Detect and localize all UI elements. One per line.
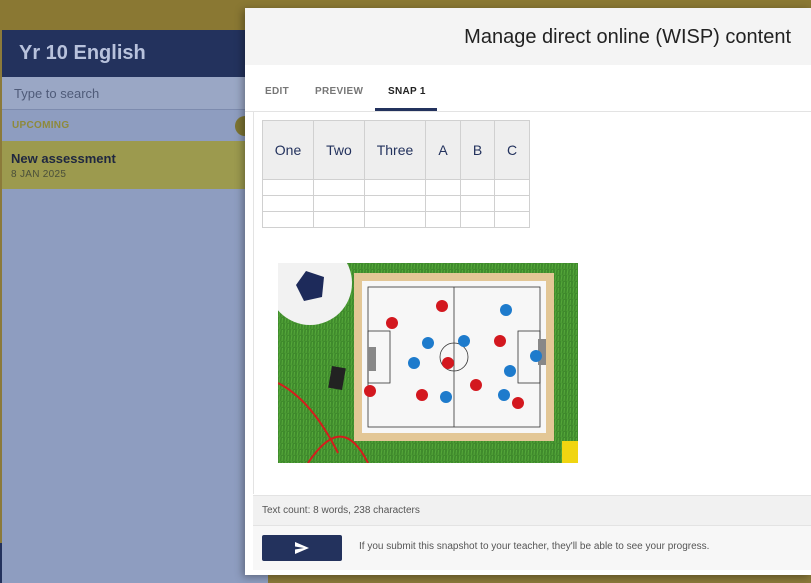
- table-cell: [364, 179, 426, 196]
- table-header-cell: B: [460, 120, 495, 180]
- active-tab-indicator: [375, 108, 437, 111]
- table-header-cell: C: [494, 120, 530, 180]
- table-cell: [494, 179, 530, 196]
- table-cell: [494, 211, 530, 228]
- sidebar: Yr 10 English UPCOMING New assessment 8 …: [2, 30, 268, 583]
- table-cell: [425, 195, 461, 212]
- table-cell: [313, 211, 365, 228]
- table-row: [262, 195, 530, 212]
- football-tactics-image: [278, 263, 578, 463]
- class-title: Yr 10 English: [2, 30, 268, 77]
- tab-edit[interactable]: EDIT: [265, 86, 289, 97]
- search-input[interactable]: [12, 84, 236, 102]
- table-cell: [313, 179, 365, 196]
- table-row: [262, 179, 530, 196]
- table-cell: [364, 211, 426, 228]
- table-cell: [425, 211, 461, 228]
- submit-hint: If you submit this snapshot to your teac…: [359, 541, 710, 552]
- table-cell: [460, 179, 495, 196]
- table-header-row: One Two Three A B C: [262, 120, 530, 180]
- tab-snap-1[interactable]: SNAP 1: [388, 86, 426, 97]
- send-icon: [295, 542, 309, 554]
- modal-header: Manage direct online (WISP) content: [245, 8, 811, 65]
- snapshot-content: One Two Three A B C: [253, 112, 811, 494]
- table-row: [262, 211, 530, 228]
- search-box[interactable]: [2, 77, 268, 110]
- table-header-cell: A: [425, 120, 461, 180]
- text-count: Text count: 8 words, 238 characters: [253, 495, 811, 525]
- table-header-cell: Three: [364, 120, 426, 180]
- content-table: One Two Three A B C: [262, 120, 530, 228]
- table-cell: [364, 195, 426, 212]
- wisp-content-modal: Manage direct online (WISP) content EDIT…: [245, 8, 811, 575]
- table-cell: [494, 195, 530, 212]
- table-cell: [425, 179, 461, 196]
- section-label: UPCOMING: [12, 120, 70, 131]
- submit-bar: If you submit this snapshot to your teac…: [253, 525, 811, 570]
- upcoming-section: UPCOMING: [2, 110, 268, 141]
- table-header-cell: One: [262, 120, 314, 180]
- table-cell: [313, 195, 365, 212]
- table-cell: [262, 211, 314, 228]
- assessment-date: 8 JAN 2025: [11, 169, 67, 180]
- tab-bar: EDIT PREVIEW SNAP 1: [245, 84, 811, 112]
- assessment-title: New assessment: [11, 151, 116, 166]
- table-cell: [262, 179, 314, 196]
- tab-preview[interactable]: PREVIEW: [315, 86, 363, 97]
- submit-snapshot-button[interactable]: [262, 535, 342, 561]
- modal-title: Manage direct online (WISP) content: [464, 26, 791, 48]
- sidebar-edge: [0, 543, 2, 583]
- table-cell: [262, 195, 314, 212]
- table-cell: [460, 211, 495, 228]
- table-header-cell: Two: [313, 120, 365, 180]
- table-cell: [460, 195, 495, 212]
- assessment-item[interactable]: New assessment 8 JAN 2025: [2, 141, 268, 189]
